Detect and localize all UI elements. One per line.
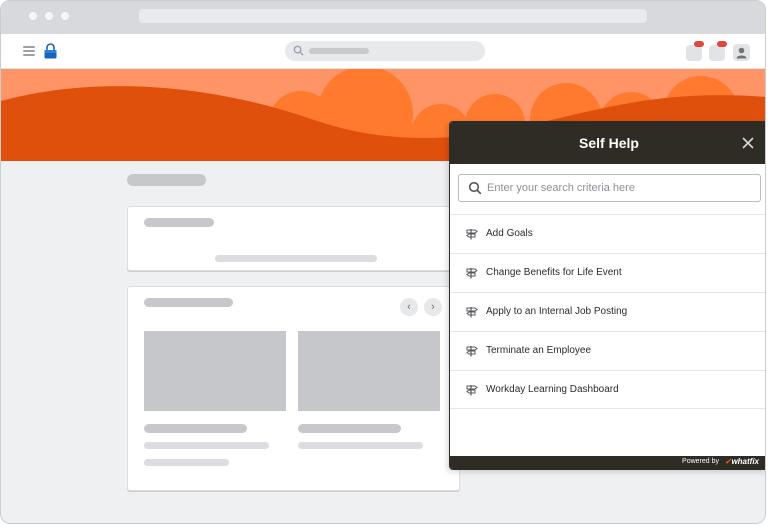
carousel-card	[127, 286, 460, 491]
carousel-thumbnail[interactable]	[144, 331, 286, 411]
card-heading-placeholder	[144, 218, 214, 227]
thumbnail-title-placeholder	[298, 424, 401, 433]
search-icon	[293, 45, 304, 56]
panel-footer: Powered by ✓whatfix	[450, 456, 765, 469]
help-item-learning-dashboard[interactable]: Workday Learning Dashboard	[450, 370, 765, 409]
self-help-panel: Self Help Add Goals	[449, 121, 765, 470]
carousel-thumbnail[interactable]	[298, 331, 440, 411]
panel-title: Self Help	[579, 135, 639, 151]
signpost-icon	[466, 307, 478, 318]
close-icon[interactable]	[740, 135, 756, 151]
thumbnail-title-placeholder	[144, 424, 247, 433]
notification-badge	[694, 41, 704, 47]
carousel-prev-button[interactable]: ‹	[400, 298, 418, 316]
brand-logo[interactable]: ✓whatfix	[725, 457, 759, 466]
help-item-terminate-employee[interactable]: Terminate an Employee	[450, 331, 765, 370]
search-input[interactable]	[487, 179, 753, 197]
global-search[interactable]	[285, 41, 485, 61]
card-text-placeholder	[215, 255, 377, 262]
window-dot	[29, 12, 37, 20]
help-item-apply-job[interactable]: Apply to an Internal Job Posting	[450, 292, 765, 331]
powered-by-label: Powered by	[682, 458, 719, 465]
signpost-icon	[466, 229, 478, 240]
hamburger-icon[interactable]	[23, 46, 35, 56]
help-item-label: Terminate an Employee	[486, 345, 592, 356]
help-item-label: Add Goals	[486, 228, 533, 239]
search-placeholder-bar	[309, 48, 369, 54]
help-item-add-goals[interactable]: Add Goals	[450, 214, 765, 253]
signpost-icon	[466, 268, 478, 279]
help-item-label: Change Benefits for Life Event	[486, 267, 622, 278]
brand-name: whatfix	[731, 457, 759, 466]
inbox-icon[interactable]	[709, 41, 727, 61]
summary-card	[127, 206, 460, 271]
panel-header: Self Help	[450, 122, 765, 164]
thumbnail-text-placeholder	[144, 459, 229, 466]
thumbnail-text-placeholder	[298, 442, 423, 449]
signpost-icon	[466, 385, 478, 396]
carousel-next-button[interactable]: ›	[424, 298, 442, 316]
app-logo[interactable]	[44, 43, 57, 59]
help-topic-list: Add Goals Change Benefits for Life Event…	[450, 214, 765, 409]
notification-icon[interactable]	[686, 41, 704, 61]
browser-titlebar	[1, 1, 765, 34]
signpost-icon	[466, 346, 478, 357]
help-item-change-benefits[interactable]: Change Benefits for Life Event	[450, 253, 765, 292]
inbox-badge	[717, 41, 727, 47]
self-help-search[interactable]	[458, 174, 761, 202]
address-bar[interactable]	[139, 9, 647, 23]
help-item-label: Apply to an Internal Job Posting	[486, 306, 628, 317]
user-icon[interactable]	[733, 44, 750, 61]
carousel-heading-placeholder	[144, 298, 233, 307]
help-item-label: Workday Learning Dashboard	[486, 384, 619, 395]
thumbnail-text-placeholder	[144, 442, 269, 449]
window-dot	[45, 12, 53, 20]
page-title-placeholder	[127, 174, 206, 186]
window-dot	[61, 12, 69, 20]
app-header	[1, 34, 765, 69]
search-icon	[468, 181, 482, 195]
browser-window: ‹ › Self Help Add Goa	[0, 0, 766, 524]
